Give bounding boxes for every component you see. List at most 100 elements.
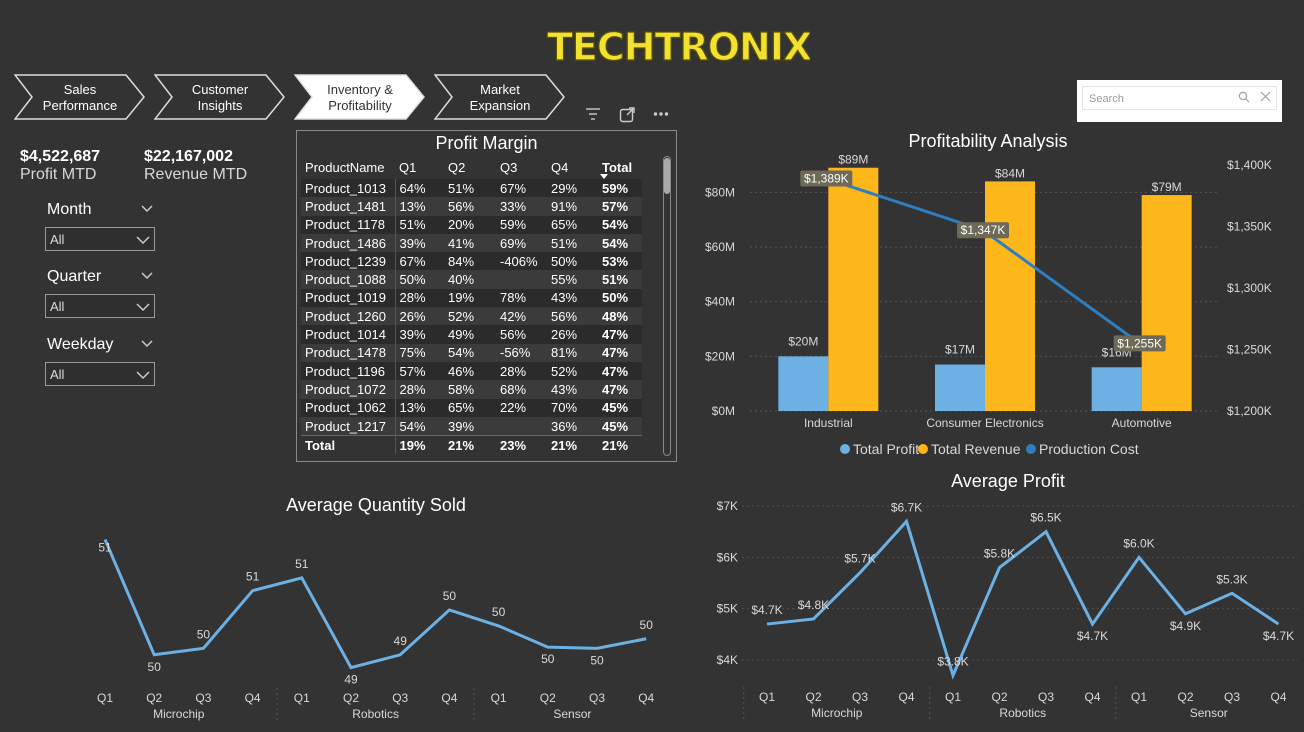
average-profit-chart: Average Profit $4K $5K $6K $7K $4.7K Q1 $4.8K Q2… [717, 471, 1298, 721]
product-name-cell: Product_1178 [301, 215, 396, 234]
total-cell: 47% [598, 380, 642, 399]
data-label: $4.9K [1170, 619, 1201, 633]
quarter-cell: 26% [547, 325, 598, 344]
more-options-icon[interactable] [653, 111, 669, 117]
quarter-cell: 13% [395, 197, 444, 216]
table-row[interactable]: Product_1481 13% 56% 33% 91% 57% [301, 197, 642, 216]
table-scrollbar-thumb[interactable] [664, 158, 670, 194]
table-row[interactable]: Product_1088 50% 40% 55% 51% [301, 270, 642, 289]
data-label: $5.3K [1216, 572, 1247, 586]
tab-sales-performance[interactable]: Sales Performance [14, 74, 145, 120]
legend-marker [918, 444, 928, 454]
quarter-cell: 50% [547, 252, 598, 271]
production-cost-data-label: $1,347K [961, 223, 1006, 237]
quarter-cell: 51% [444, 179, 496, 198]
x-axis-tick-label: Q3 [195, 691, 211, 705]
product-name-cell: Product_1072 [301, 380, 396, 399]
focus-mode-icon[interactable] [619, 106, 636, 123]
data-label: $4.7K [1077, 629, 1108, 643]
x-axis-group-label: Robotics [352, 707, 399, 721]
legend-label: Total Profit [853, 441, 919, 457]
table-row[interactable]: Product_1260 26% 52% 42% 56% 48% [301, 307, 642, 326]
product-name-cell: Product_1014 [301, 325, 396, 344]
total-row-cell: 21% [444, 435, 496, 455]
quarter-cell: 39% [395, 233, 444, 253]
search-icon[interactable] [1238, 91, 1250, 103]
chevron-down-icon[interactable] [141, 270, 153, 282]
y-axis-tick-label: $5K [717, 602, 738, 616]
chevron-down-icon[interactable] [141, 338, 153, 350]
quarter-cell: 54% [444, 343, 496, 362]
revenue-bar [985, 181, 1035, 411]
quarter-cell: -406% [496, 252, 547, 271]
quarter-cell: 42% [496, 307, 547, 326]
tab-customer-insights[interactable]: Customer Insights [154, 74, 285, 120]
chevron-down-icon[interactable] [141, 203, 153, 215]
profit-margin-grid: ProductName Q1 Q2 Q3 Q4 Total Product_10… [301, 155, 642, 455]
x-axis-tick-label: Q2 [146, 691, 162, 705]
x-axis-tick-label: Q4 [898, 690, 914, 704]
table-row[interactable]: Product_1072 28% 58% 68% 43% 47% [301, 380, 642, 399]
quarter-cell: 39% [395, 325, 444, 344]
x-axis-tick-label: Q2 [805, 690, 821, 704]
total-row-cell: 21% [598, 435, 642, 455]
quarter-cell: 51% [547, 233, 598, 253]
column-header-total[interactable]: Total [598, 155, 642, 179]
y-axis-tick-label: $6K [717, 550, 738, 564]
data-label: $4.7K [751, 603, 782, 617]
table-row[interactable]: Product_1239 67% 84% -406% 50% 53% [301, 252, 642, 271]
x-axis-tick-label: Q1 [491, 691, 507, 705]
product-name-cell: Product_1019 [301, 288, 396, 308]
brand-text: TECHTRONIX [547, 25, 810, 69]
column-header[interactable]: Q4 [547, 155, 598, 179]
total-cell: 48% [598, 307, 642, 326]
quarter-slicer-title: Quarter [47, 268, 102, 285]
x-axis-tick-label: Q1 [945, 690, 961, 704]
table-row[interactable]: Product_1014 39% 49% 56% 26% 47% [301, 325, 642, 344]
quarter-cell: 39% [444, 416, 496, 436]
quarter-cell: 13% [395, 398, 444, 417]
chevron-down-icon [136, 236, 150, 245]
table-row[interactable]: Product_1478 75% 54% -56% 81% 47% [301, 343, 642, 362]
clear-icon[interactable] [1260, 91, 1271, 102]
average-quantity-sold-chart: Average Quantity Sold 51 Q1 50 Q2 50 Q3 51 Q4 51 Q… [97, 495, 655, 722]
table-row[interactable]: Product_1217 54% 39% 36% 45% [301, 416, 642, 436]
y-axis-tick-label: $0M [712, 404, 735, 418]
product-name-cell: Product_1481 [301, 197, 396, 216]
table-row[interactable]: Product_1178 51% 20% 59% 65% 54% [301, 215, 642, 234]
table-row[interactable]: Product_1013 64% 51% 67% 29% 59% [301, 179, 642, 198]
revenue-mtd-value: $22,167,002 [144, 148, 233, 165]
quarter-dropdown-value: All [50, 299, 65, 314]
total-cell: 59% [598, 179, 642, 198]
quarter-cell: 56% [547, 307, 598, 326]
quarter-cell: 26% [395, 307, 444, 326]
quarter-cell: 43% [547, 288, 598, 308]
column-header[interactable]: Q1 [395, 155, 444, 179]
quarter-cell: 20% [444, 215, 496, 234]
weekday-dropdown[interactable]: All [45, 362, 155, 386]
quarter-cell: 43% [547, 380, 598, 399]
profit-data-label: $17M [945, 343, 975, 357]
quarter-cell: 50% [395, 270, 444, 289]
table-row[interactable]: Product_1019 28% 19% 78% 43% 50% [301, 288, 642, 308]
table-row[interactable]: Product_1196 57% 46% 28% 52% 47% [301, 361, 642, 381]
filter-icon[interactable] [585, 107, 601, 121]
tab-market-expansion[interactable]: Market Expansion [434, 74, 565, 120]
column-header[interactable]: Q2 [444, 155, 496, 179]
table-scrollbar[interactable] [663, 156, 671, 456]
total-cell: 50% [598, 288, 642, 308]
table-row[interactable]: Product_1062 13% 65% 22% 70% 45% [301, 398, 642, 417]
column-header[interactable]: ProductName [301, 155, 395, 179]
month-dropdown[interactable]: All [45, 227, 155, 251]
quarter-cell: -56% [496, 343, 547, 362]
month-dropdown-value: All [50, 232, 65, 247]
quarter-dropdown[interactable]: All [45, 294, 155, 318]
column-header[interactable]: Q3 [496, 155, 547, 179]
tab-inventory-profitability[interactable]: Inventory & Profitability [294, 74, 425, 120]
product-name-cell: Product_1088 [301, 270, 396, 289]
y-axis-tick-label: $60M [705, 240, 735, 254]
x-axis-tick-label: Industrial [804, 416, 853, 430]
x-axis-tick-label: Q4 [441, 691, 457, 705]
weekday-slicer-title: Weekday [47, 336, 114, 353]
table-row[interactable]: Product_1486 39% 41% 69% 51% 54% [301, 233, 642, 253]
